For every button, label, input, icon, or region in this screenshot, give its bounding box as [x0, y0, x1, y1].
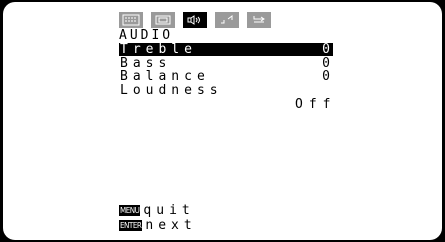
menu-item-label: Loudness [120, 83, 223, 98]
input-icon [253, 16, 265, 23]
tab-picture[interactable] [119, 12, 143, 28]
speaker-icon [187, 15, 200, 25]
loudness-value: Off [295, 97, 337, 112]
quit-label: quit [143, 203, 195, 218]
menu-item-label: Balance [120, 69, 210, 84]
menu-key-badge: MENU [119, 205, 141, 216]
menu-item-value: 0 [322, 69, 330, 84]
tab-screen[interactable] [151, 12, 175, 28]
menu-tabs [119, 12, 279, 28]
enter-next-hint[interactable]: ENTER next [119, 218, 197, 233]
enter-key-badge: ENTER [119, 220, 143, 231]
tab-setup[interactable] [215, 12, 239, 28]
menu-item-balance[interactable]: Balance 0 [119, 70, 333, 83]
menu-item-value: 0 [322, 42, 330, 57]
setup-icon [221, 15, 233, 24]
next-label: next [145, 218, 197, 233]
menu-item-label: Treble [120, 42, 197, 57]
menu-quit-hint[interactable]: MENU quit [119, 203, 195, 218]
tv-screen: AUDIO Treble 0 Bass 0 Balance 0 Loudness… [3, 2, 442, 240]
screen-icon [155, 15, 171, 25]
menu-item-treble[interactable]: Treble 0 [119, 43, 333, 56]
osd-menu: AUDIO Treble 0 Bass 0 Balance 0 Loudness… [3, 2, 442, 240]
picture-icon [122, 14, 140, 26]
menu-title: AUDIO [119, 28, 174, 43]
menu-item-loudness[interactable]: Loudness [119, 84, 333, 97]
tab-input[interactable] [247, 12, 271, 28]
tab-audio[interactable] [183, 12, 207, 28]
